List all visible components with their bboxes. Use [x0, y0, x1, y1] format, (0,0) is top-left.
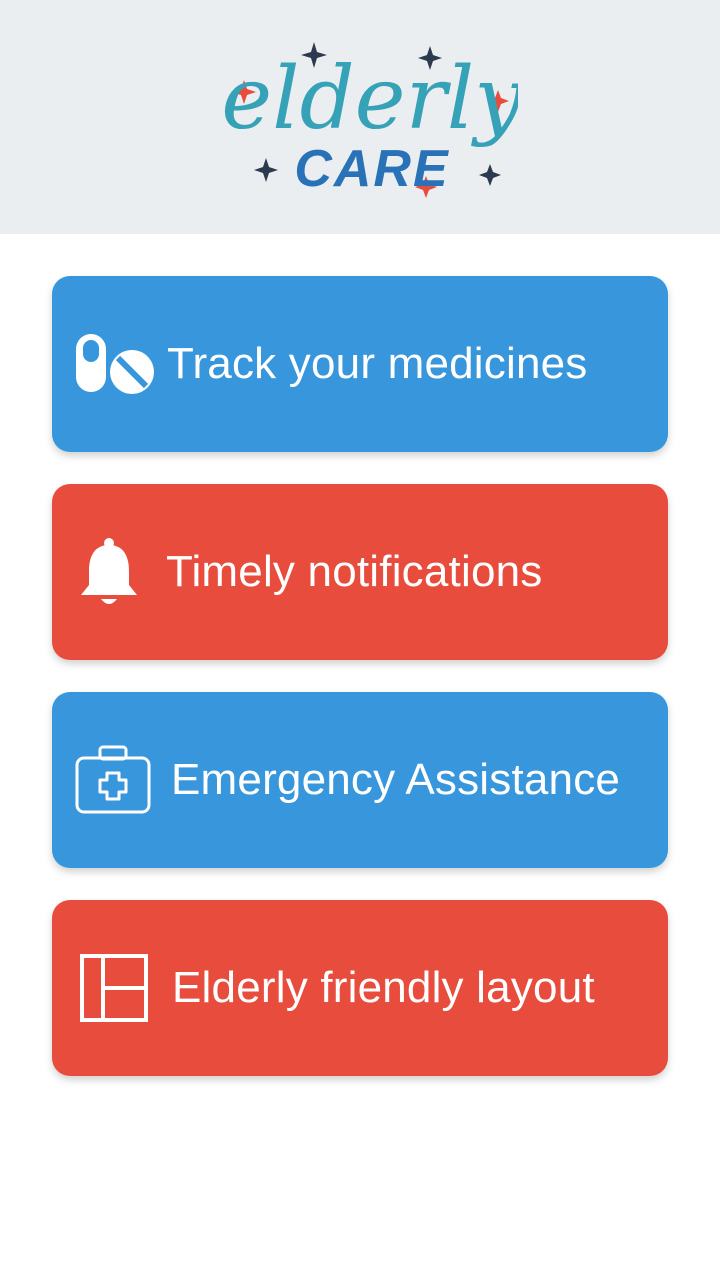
- elderly-care-logo: elderly CARE: [222, 42, 518, 198]
- feature-label: Emergency Assistance: [171, 755, 621, 804]
- bell-icon: [74, 531, 156, 613]
- feature-label: Track your medicines: [167, 339, 588, 388]
- emergency-assistance-card[interactable]: Emergency Assistance: [52, 692, 668, 868]
- sparkle-icon: [254, 158, 278, 182]
- app-header: elderly CARE: [0, 0, 720, 234]
- layout-icon: [74, 947, 156, 1029]
- elderly-friendly-layout-card[interactable]: Elderly friendly layout: [52, 900, 668, 1076]
- feature-label: Elderly friendly layout: [172, 963, 595, 1012]
- sparkle-icon: [479, 164, 501, 186]
- pills-icon: [74, 323, 156, 405]
- medical-kit-icon: [74, 739, 156, 821]
- feature-label: Timely notifications: [166, 547, 543, 596]
- svg-text:CARE: CARE: [294, 140, 449, 198]
- track-medicines-card[interactable]: Track your medicines: [52, 276, 668, 452]
- svg-text:elderly: elderly: [222, 49, 518, 149]
- timely-notifications-card[interactable]: Timely notifications: [52, 484, 668, 660]
